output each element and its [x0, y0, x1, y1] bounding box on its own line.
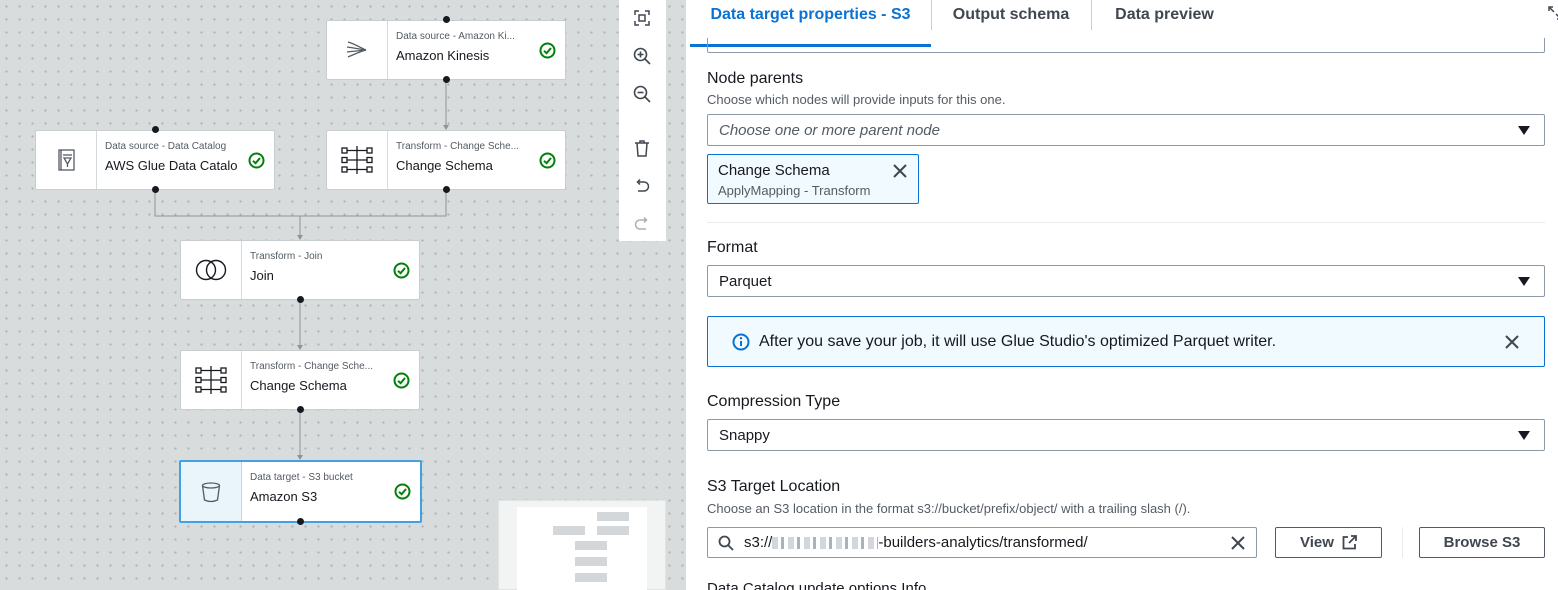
node-name: Amazon Kinesis	[396, 48, 490, 63]
node-type-label: Transform - Join	[250, 251, 323, 262]
previous-field-bottom[interactable]	[707, 38, 1545, 53]
node-type-label: Data source - Amazon Ki...	[396, 31, 515, 42]
minimap-viewport[interactable]	[517, 507, 647, 590]
kinesis-icon	[327, 21, 388, 79]
browse-s3-button[interactable]: Browse S3	[1419, 527, 1545, 558]
node-port[interactable]	[152, 126, 159, 133]
parquet-info-alert: After you save your job, it will use Glu…	[707, 316, 1545, 367]
node-name: Amazon S3	[250, 489, 318, 504]
compression-type-label: Compression Type	[707, 393, 841, 410]
node-type-label: Transform - Change Sche...	[396, 141, 520, 152]
node-change-schema-2[interactable]: Transform - Change Sche... Change Schema	[180, 350, 420, 410]
s3-location-value: s3:// -builders-analytics/transformed/	[744, 534, 1088, 551]
button-divider	[1402, 527, 1403, 558]
node-name: AWS Glue Data Catalog	[105, 158, 238, 173]
minimap[interactable]	[498, 500, 666, 590]
minimap-node	[575, 573, 607, 582]
node-port[interactable]	[297, 296, 304, 303]
node-change-schema-1[interactable]: Transform - Change Sche... Change Schema	[326, 130, 566, 190]
parent-node-token: Change Schema ApplyMapping - Transform	[707, 154, 919, 204]
apply-mapping-icon	[181, 351, 242, 409]
check-circle-icon	[383, 351, 419, 409]
s3-value-suffix: -builders-analytics/transformed/	[878, 534, 1088, 551]
minimap-node	[553, 526, 585, 535]
node-join[interactable]: Transform - Join Join	[180, 240, 420, 300]
node-port[interactable]	[443, 76, 450, 83]
node-port[interactable]	[443, 16, 450, 23]
zoom-out-icon[interactable]	[631, 83, 653, 105]
check-circle-icon	[383, 241, 419, 299]
view-button-label: View	[1300, 534, 1334, 551]
node-port[interactable]	[297, 518, 304, 525]
bucket-icon	[181, 462, 242, 521]
caret-down-icon	[1518, 126, 1530, 135]
data-catalog-icon	[36, 131, 97, 189]
node-name: Change Schema	[396, 158, 493, 173]
format-label: Format	[707, 239, 758, 256]
section-divider	[707, 222, 1545, 223]
node-parents-label: Node parents	[707, 70, 804, 87]
node-data-catalog[interactable]: Data source - Data Catalog AWS Glue Data…	[35, 130, 275, 190]
data-catalog-update-options-label: Data Catalog update options Info	[707, 580, 927, 590]
check-circle-icon	[238, 131, 274, 189]
view-button[interactable]: View	[1275, 527, 1382, 558]
caret-down-icon	[1518, 431, 1530, 440]
node-type-label: Data source - Data Catalog	[105, 141, 227, 152]
remove-token-icon[interactable]	[892, 163, 908, 179]
minimap-node	[575, 541, 607, 550]
format-value: Parquet	[719, 272, 772, 290]
search-icon	[718, 535, 734, 551]
alert-text: After you save your job, it will use Glu…	[759, 333, 1277, 350]
s3-target-location-label: S3 Target Location	[707, 478, 841, 495]
s3-location-input[interactable]: s3:// -builders-analytics/transformed/	[707, 527, 1257, 558]
join-icon	[181, 241, 242, 299]
node-port[interactable]	[443, 186, 450, 193]
node-parents-placeholder: Choose one or more parent node	[719, 121, 940, 139]
node-parents-multiselect[interactable]: Choose one or more parent node	[707, 114, 1545, 146]
close-icon[interactable]	[1504, 334, 1520, 350]
caret-down-icon	[1518, 277, 1530, 286]
node-name: Join	[250, 268, 274, 283]
redo-icon[interactable]	[631, 213, 653, 235]
external-link-icon	[1342, 535, 1357, 550]
node-parents-description: Choose which nodes will provide inputs f…	[707, 92, 1006, 107]
check-circle-icon	[384, 462, 420, 521]
node-port[interactable]	[297, 406, 304, 413]
node-name: Change Schema	[250, 378, 347, 393]
node-kinesis[interactable]: Data source - Amazon Ki... Amazon Kinesi…	[326, 20, 566, 80]
canvas-toolbar	[619, 0, 666, 241]
minimap-node	[597, 526, 629, 535]
node-type-label: Transform - Change Sche...	[250, 361, 374, 372]
minimap-node	[575, 557, 607, 566]
compression-type-select[interactable]: Snappy	[707, 419, 1545, 451]
node-amazon-s3[interactable]: Data target - S3 bucket Amazon S3	[179, 460, 422, 523]
clear-input-icon[interactable]	[1230, 535, 1246, 551]
token-title: Change Schema	[718, 162, 830, 179]
compression-value: Snappy	[719, 426, 770, 444]
node-type-label: Data target - S3 bucket	[250, 472, 353, 483]
node-port[interactable]	[152, 186, 159, 193]
fit-view-icon[interactable]	[631, 7, 653, 29]
node-properties-panel: Data target properties - S3 Output schem…	[686, 0, 1558, 590]
zoom-in-icon[interactable]	[631, 45, 653, 67]
minimap-node	[597, 512, 629, 521]
delete-icon[interactable]	[631, 137, 653, 159]
token-subtitle: ApplyMapping - Transform	[718, 183, 871, 198]
format-select[interactable]: Parquet	[707, 265, 1545, 297]
redacted-bucket-name	[772, 537, 879, 550]
expand-panel-icon[interactable]	[1548, 6, 1558, 20]
job-graph-canvas[interactable]: Data source - Amazon Ki... Amazon Kinesi…	[0, 0, 686, 590]
undo-icon[interactable]	[631, 175, 653, 197]
s3-value-prefix: s3://	[744, 534, 773, 551]
apply-mapping-icon	[327, 131, 388, 189]
info-icon	[732, 333, 750, 351]
check-circle-icon	[529, 21, 565, 79]
check-circle-icon	[529, 131, 565, 189]
s3-target-location-description: Choose an S3 location in the format s3:/…	[707, 501, 1191, 516]
